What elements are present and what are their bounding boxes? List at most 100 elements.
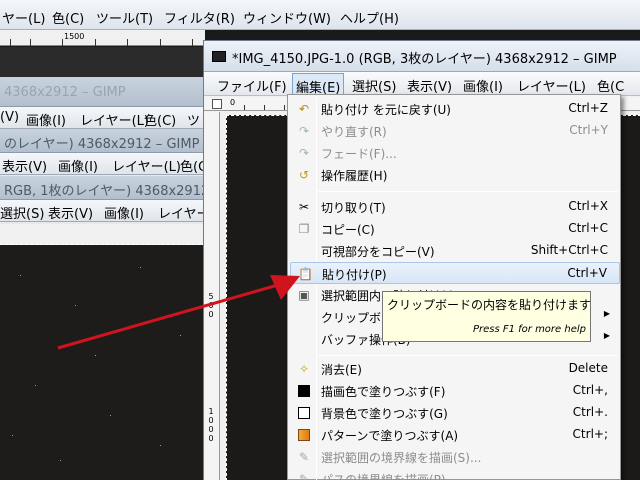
menu-item-shortcut: Ctrl+, [572,383,608,397]
paste-icon: 📋 [298,267,313,281]
stacked-window-4-title: RGB, 1枚のレイヤー) 4368x2912 – GIMP [0,176,205,200]
menu-item-label: クリップボ [321,311,382,325]
menu-item-label: フェード(F)... [321,147,397,161]
menu-item-shortcut: Ctrl+Z [568,101,608,115]
edit-menu-dropdown: ↶ 貼り付け を元に戻す(U) Ctrl+Z ↷ やり直す(R) Ctrl+Y … [287,94,621,480]
stacked-menu-view-4[interactable]: 表示(V) [48,203,93,222]
stacked-menu-view-2[interactable]: 表示(V) [2,156,47,175]
paste-tooltip: クリップボードの内容を貼り付けます Press F1 for more help [382,291,591,342]
stacked-window-2[interactable]: (V) 画像(I) レイヤー(L) 色(C) ツ のレイヤー) 4368x291… [0,107,205,153]
menu-item-label: 可視部分をコピー(V) [321,245,435,259]
menu-item-copy-visible[interactable]: 可視部分をコピー(V) Shift+Ctrl+C [290,240,620,262]
menu-item-fade[interactable]: ↷ フェード(F)... [290,142,620,164]
menu-image[interactable]: 画像(I) [460,76,506,95]
menu-item-copy[interactable]: ❐ コピー(C) Ctrl+C [290,218,620,240]
bg-menu-color[interactable]: 色(C) [52,8,84,27]
ruler-label-0: 0 [230,98,236,107]
stacked-window-4[interactable]: RGB, 1枚のレイヤー) 4368x2912 – GIMP 選択(S) 表示(… [0,176,205,224]
menu-item-label: パターンで塗りつぶす(A) [321,429,459,443]
menu-item-shortcut: Ctrl+Y [569,123,608,137]
menu-item-label: 選択範囲の境界線を描画(S)... [321,451,482,465]
stacked-menu-tools[interactable]: ツ [187,110,200,129]
scissors-icon: ✂ [298,200,310,214]
menu-item-shortcut: Ctrl+X [568,199,608,213]
menu-item-label: 背景色で塗りつぶす(G) [321,407,448,421]
menu-item-shortcut: Ctrl+; [572,427,608,441]
stacked-window-2-title: のレイヤー) 4368x2912 – GIMP [0,129,205,153]
bg-menu-window[interactable]: ウィンドウ(W) [243,8,331,27]
vertical-ruler: 5 0 0 1 0 0 0 [204,112,220,480]
stacked-window-3-menubar: 表示(V) 画像(I) レイヤー(L) 色(C) [0,153,205,175]
bg-menu-filters[interactable]: フィルタ(R) [164,8,235,27]
stroke-path-icon: ✎ [298,472,310,480]
tooltip-help-hint: Press F1 for more help [472,324,586,335]
stacked-menu-view[interactable]: (V) [0,110,19,125]
menu-item-cut[interactable]: ✂ 切り取り(T) Ctrl+X [290,196,620,218]
background-canvas-night-sky [0,245,205,480]
background-ruler: 1500 [0,30,205,46]
bg-ruler-label: 1500 [64,32,85,41]
clear-icon: ✧ [298,362,310,376]
menu-item-history[interactable]: ↺ 操作履歴(H) [290,164,620,186]
bg-menu-tools[interactable]: ツール(T) [96,8,153,27]
menu-item-redo[interactable]: ↷ やり直す(R) Ctrl+Y [290,120,620,142]
menu-item-label: パスの境界線を描画(P)... [321,473,458,480]
menu-item-undo[interactable]: ↶ 貼り付け を元に戻す(U) Ctrl+Z [290,98,620,120]
stacked-menu-image-4[interactable]: 画像(I) [104,203,144,222]
vruler-label-500: 5 0 0 [208,292,214,319]
stacked-menu-layer-4[interactable]: レイヤー [158,203,205,222]
bg-menu-help[interactable]: ヘルプ(H) [340,8,399,27]
redo-icon: ↷ [298,124,310,138]
menu-separator [318,191,618,192]
stacked-menu-layer-2[interactable]: レイヤー(L) [112,156,181,175]
stacked-window-2-menubar: (V) 画像(I) レイヤー(L) 色(C) ツ [0,107,205,129]
stacked-window-1 [0,47,205,77]
stacked-window-3[interactable]: 表示(V) 画像(I) レイヤー(L) 色(C) [0,153,205,176]
menu-item-label: 消去(E) [321,363,362,377]
undo-icon: ↶ [298,102,310,116]
menu-separator [318,355,618,356]
history-icon: ↺ [298,168,310,182]
stacked-menu-image[interactable]: 画像(I) [26,110,66,129]
menu-file[interactable]: ファイル(F) [214,76,290,95]
stacked-window-top-title[interactable]: 4368x2912 – GIMP [0,77,205,107]
menu-item-fill-bg[interactable]: 背景色で塗りつぶす(G) Ctrl+. [290,402,620,424]
background-menubar: ヤー(L) 色(C) ツール(T) フィルタ(R) ウィンドウ(W) ヘルプ(H… [0,0,640,30]
stacked-window-4-menubar: 選択(S) 表示(V) 画像(I) レイヤー [0,200,205,222]
menu-item-label: コピー(C) [321,223,375,237]
stacked-menu-color-2[interactable]: 色(C) [180,156,205,175]
menu-item-paste[interactable]: 📋 貼り付け(P) Ctrl+V [290,262,620,284]
menu-item-label: 貼り付け を元に戻す(U) [321,103,451,117]
menu-color[interactable]: 色(C [594,76,627,95]
fade-icon: ↷ [298,146,310,160]
stroke-selection-icon: ✎ [298,450,310,464]
bg-menu-layer[interactable]: ヤー(L) [2,8,45,27]
menu-item-stroke-path[interactable]: ✎ パスの境界線を描画(P)... [290,468,620,480]
stacked-menu-select-4[interactable]: 選択(S) [0,203,44,222]
gimp-window-icon [212,51,226,62]
stacked-menu-image-2[interactable]: 画像(I) [58,156,98,175]
stacked-menu-layer[interactable]: レイヤー(L) [80,110,149,129]
window-titlebar[interactable]: *IMG_4150.JPG-1.0 (RGB, 3枚のレイヤー) 4368x29… [204,41,640,72]
menu-edit[interactable]: 編集(E) [292,73,345,96]
tooltip-text: クリップボードの内容を貼り付けます [387,298,592,312]
menu-item-stroke-selection[interactable]: ✎ 選択範囲の境界線を描画(S)... [290,446,620,468]
menu-item-label: 操作履歴(H) [321,169,388,183]
menu-item-shortcut: Ctrl+V [567,266,607,280]
menu-item-label: 切り取り(T) [321,201,386,215]
submenu-arrow-icon: ▶ [603,331,610,340]
stacked-window-title: 4368x2912 – GIMP [0,77,205,107]
menu-item-fill-pattern[interactable]: パターンで塗りつぶす(A) Ctrl+; [290,424,620,446]
vruler-label-1000: 1 0 0 0 [208,407,214,443]
menu-item-clear[interactable]: ✧ 消去(E) Delete [290,358,620,380]
menu-item-shortcut: Ctrl+. [572,405,608,419]
menu-view[interactable]: 表示(V) [404,76,455,95]
submenu-arrow-icon: ▶ [603,309,610,318]
copy-icon: ❐ [298,222,310,236]
stacked-window-4-ruler [0,224,205,245]
menu-select[interactable]: 選択(S) [349,76,399,95]
menu-layer[interactable]: レイヤー(L) [514,76,589,95]
quick-mask-toggle-icon[interactable] [212,99,222,109]
stacked-menu-color[interactable]: 色(C) [144,110,176,129]
menu-item-fill-fg[interactable]: 描画色で塗りつぶす(F) Ctrl+, [290,380,620,402]
